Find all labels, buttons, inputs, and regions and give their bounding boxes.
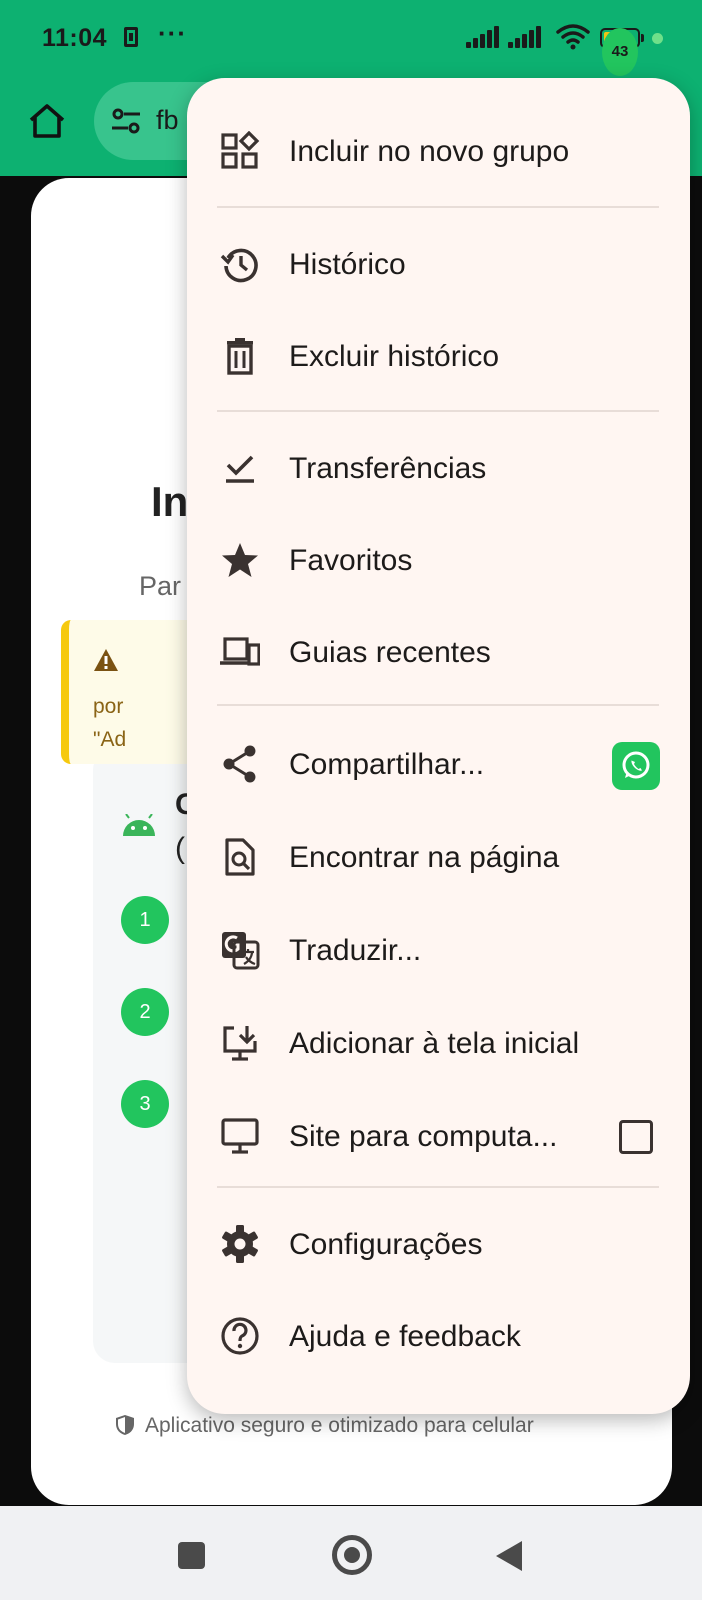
menu-item-label: Compartilhar... [289,748,485,781]
menu-item-recent-tabs[interactable]: Guias recentes [187,606,690,698]
star-icon [222,543,258,577]
menu-item-add-to-home[interactable]: Adicionar à tela inicial [187,997,690,1089]
more-notifications-icon: ··· [158,18,187,48]
menu-item-label: Configurações [289,1228,483,1261]
step-number: 2 [121,988,169,1036]
desktop-site-checkbox[interactable] [619,1120,653,1154]
wifi-icon [556,24,590,50]
menu-divider [217,410,659,412]
menu-divider [217,704,659,706]
step-number: 3 [121,1080,169,1128]
status-time: 11:04 [42,24,108,52]
menu-item-translate[interactable]: Traduzir... [187,904,690,996]
menu-item-help-feedback[interactable]: Ajuda e feedback [187,1290,690,1382]
whatsapp-icon [622,751,650,779]
signal-icon [466,26,500,48]
menu-divider [217,1186,659,1188]
menu-item-bookmarks[interactable]: Favoritos [187,514,690,606]
page-paragraph-line: Par [139,571,182,601]
privacy-indicator-icon [652,33,663,44]
menu-item-share[interactable]: Compartilhar... [187,718,690,810]
back-button[interactable] [496,1541,522,1571]
share-icon [223,745,256,783]
add-to-home-icon [223,1026,257,1061]
overflow-menu: Incluir no novo grupo Histórico Excluir … [187,78,690,1414]
menu-item-label: Encontrar na página [289,841,560,874]
menu-item-settings[interactable]: Configurações [187,1198,690,1290]
warning-text: "Ad [93,728,127,751]
battery-icon: 43 [600,28,644,76]
menu-item-label: Ajuda e feedback [289,1320,521,1353]
security-note: Aplicativo seguro e otimizado para celul… [115,1414,534,1438]
step-number: 1 [121,896,169,944]
menu-item-downloads[interactable]: Transferências [187,422,690,514]
page-heading: In [151,478,189,525]
menu-item-label: Traduzir... [289,934,422,967]
home-icon[interactable] [26,100,68,142]
whatsapp-share-button[interactable] [612,742,660,790]
url-text: fb [156,105,179,135]
android-icon [123,814,155,836]
sim-icon [124,27,138,47]
new-group-icon [221,131,260,169]
menu-item-new-tab-group[interactable]: Incluir no novo grupo [187,105,690,197]
steps-subtitle: ( [175,832,185,865]
status-bar: 11:04 ··· 43 [0,0,702,80]
warning-icon [94,649,118,671]
system-navigation-bar [0,1506,702,1600]
history-icon [220,248,258,283]
desktop-icon [221,1118,259,1154]
menu-item-label: Guias recentes [289,636,491,669]
warning-text: por [93,695,124,718]
security-note-text: Aplicativo seguro e otimizado para celul… [145,1414,534,1437]
settings-icon [222,1225,258,1263]
recents-button[interactable] [178,1542,205,1569]
menu-item-label: Excluir histórico [289,340,500,373]
menu-item-label: Transferências [289,452,487,485]
menu-divider [217,206,659,208]
download-check-icon [226,455,254,483]
menu-item-find-in-page[interactable]: Encontrar na página [187,811,690,903]
menu-item-label: Site para computa... [289,1120,558,1153]
menu-item-desktop-site[interactable]: Site para computa... [187,1090,690,1182]
shield-icon [116,1415,134,1435]
devices-icon [220,637,260,666]
translate-icon [222,932,260,970]
find-in-page-icon [225,838,255,876]
signal-icon-2 [508,26,542,48]
home-button[interactable] [332,1535,372,1575]
menu-item-label: Incluir no novo grupo [289,135,570,168]
menu-item-label: Adicionar à tela inicial [289,1027,580,1060]
menu-item-label: Histórico [289,248,406,281]
menu-item-label: Favoritos [289,544,413,577]
site-settings-icon[interactable] [110,106,142,136]
trash-icon [227,338,253,375]
help-icon [221,1317,259,1355]
menu-item-history[interactable]: Histórico [187,218,690,310]
menu-item-clear-history[interactable]: Excluir histórico [187,310,690,402]
battery-level: 43 [602,28,638,76]
